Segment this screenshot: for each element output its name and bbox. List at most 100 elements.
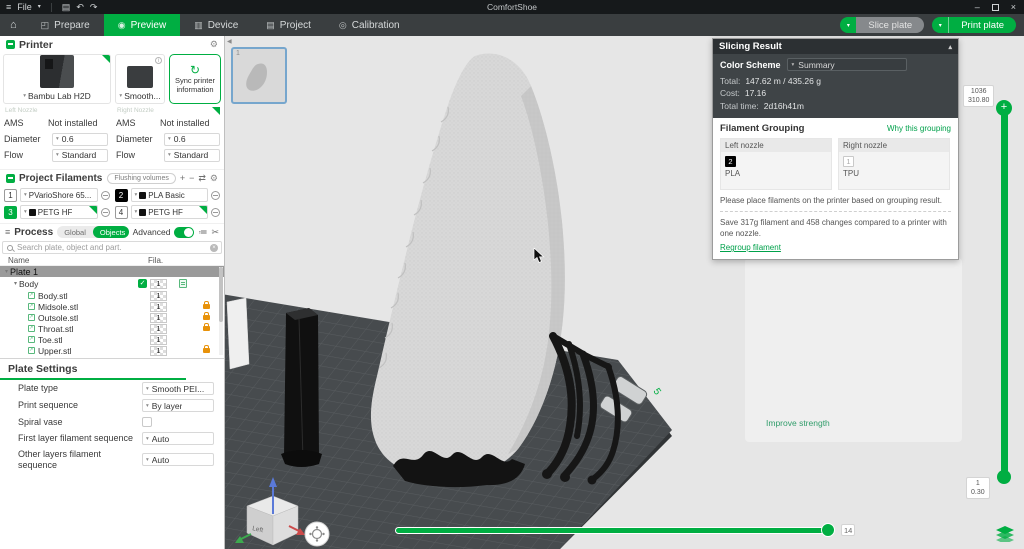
step-slider-track[interactable] [395, 527, 833, 534]
tree-row-part[interactable]: Throat.stl 1 [0, 323, 224, 334]
body-checkbox[interactable]: ✓ [138, 279, 147, 288]
modified-settings-icon[interactable] [179, 279, 187, 288]
part-filament-chip[interactable]: 1 [150, 313, 167, 323]
part-filament-chip[interactable]: 1 [150, 335, 167, 345]
remove-filament-4-button[interactable] [211, 208, 220, 217]
tree-row-body[interactable]: ▾ Body ✓ 1 [0, 277, 224, 290]
swap-filament-icon[interactable]: ⇄ [198, 174, 206, 183]
collapse-arrow-icon[interactable]: ▾ [5, 268, 8, 275]
collapse-panel-icon[interactable]: ▴ [948, 43, 952, 51]
sync-printer-button[interactable]: ↻ Sync printer information [169, 54, 221, 104]
collapse-arrow-icon[interactable]: ▾ [14, 280, 17, 287]
undo-icon[interactable]: ↶ [76, 3, 84, 12]
other-layers-sequence-select[interactable]: ▾Auto [142, 453, 214, 466]
parameter-list-icon[interactable]: ≔ [198, 228, 207, 237]
tab-device[interactable]: ▥ Device [180, 14, 252, 36]
print-dropdown-icon[interactable]: ▾ [932, 17, 948, 33]
step-slider-handle[interactable] [821, 523, 835, 537]
filament-3-color-chip[interactable]: 3 [4, 206, 17, 219]
print-plate-button[interactable]: Print plate [948, 17, 1016, 33]
slice-dropdown-icon[interactable]: ▾ [840, 17, 856, 33]
filament-1-select[interactable]: ▾PVarioShore 65... [20, 188, 98, 202]
tree-row-part[interactable]: Outsole.stl 1 [0, 312, 224, 323]
restore-button[interactable] [992, 4, 999, 11]
info-icon[interactable] [155, 57, 162, 64]
color-scheme-select[interactable]: ▾ Summary [787, 58, 907, 71]
part-filament-chip[interactable]: 1 [150, 302, 167, 312]
left-diameter-select[interactable]: ▾0.6 [52, 133, 108, 146]
plate-settings-orb-button[interactable] [305, 522, 329, 546]
layer-slider-bottom-handle[interactable] [997, 470, 1011, 484]
clear-search-icon[interactable]: × [210, 244, 218, 252]
chevron-down-icon[interactable]: ▾ [38, 4, 41, 10]
home-icon[interactable]: ⌂ [0, 19, 27, 31]
close-button[interactable]: × [1011, 3, 1016, 12]
tab-calibration[interactable]: ◎ Calibration [325, 14, 414, 36]
scope-objects[interactable]: Objects [93, 226, 129, 238]
filament-4-select[interactable]: ▾PETG HF [131, 205, 209, 219]
filament-3-select[interactable]: ▾PETG HF [20, 205, 98, 219]
layers-view-icon[interactable] [996, 526, 1014, 542]
prime-tower[interactable] [281, 308, 322, 467]
collapse-thumbnails-icon[interactable]: ◀ [227, 38, 232, 45]
regroup-filament-link[interactable]: Regroup filament [720, 243, 781, 252]
file-menu[interactable]: File [17, 2, 32, 12]
tab-project[interactable]: ▤ Project [252, 14, 325, 36]
slicing-result-title: Slicing Result [719, 41, 782, 52]
save-project-icon[interactable]: ▤ [62, 3, 71, 12]
body-filament-chip[interactable]: 1 [150, 279, 167, 289]
filaments-section-title: Project Filaments [19, 173, 102, 184]
dashed-divider [720, 211, 951, 212]
printer-settings-gear-icon[interactable]: ⚙ [210, 39, 218, 50]
menu-icon[interactable]: ≡ [6, 3, 11, 12]
shoe-model[interactable] [371, 54, 565, 479]
tab-preview[interactable]: ◉ Preview [104, 14, 180, 36]
right-flow-select[interactable]: ▾Standard [164, 149, 220, 162]
part-filament-chip[interactable]: 1 [150, 346, 167, 356]
scope-global[interactable]: Global [57, 226, 93, 238]
filament-4-color-chip[interactable]: 4 [115, 206, 128, 219]
tree-scrollbar[interactable] [219, 267, 223, 355]
part-icon [28, 314, 35, 321]
color-scheme-label: Color Scheme [720, 60, 781, 70]
filament-1-color-chip[interactable]: 1 [4, 189, 17, 202]
spiral-vase-checkbox[interactable] [142, 417, 152, 427]
right-diameter-select[interactable]: ▾0.6 [164, 133, 220, 146]
part-icon [28, 325, 35, 332]
advanced-toggle[interactable] [174, 227, 194, 238]
first-layer-sequence-select[interactable]: ▾Auto [142, 432, 214, 445]
layer-slider-top-handle[interactable]: + [996, 100, 1012, 116]
build-plate-card[interactable]: ▾ Smooth... [115, 54, 165, 104]
remove-filament-1-button[interactable] [101, 191, 110, 200]
tree-row-part[interactable]: Toe.stl 1 [0, 334, 224, 345]
remove-filament-2-button[interactable] [211, 191, 220, 200]
tree-row-part[interactable]: Upper.stl 1 [0, 345, 224, 356]
tab-prepare[interactable]: ◰ Prepare [27, 14, 104, 36]
object-search-input[interactable]: Search plate, object and part. × [2, 241, 222, 254]
redo-icon[interactable]: ↷ [90, 3, 98, 12]
left-flow-select[interactable]: ▾Standard [52, 149, 108, 162]
printer-model-card[interactable]: ▾ Bambu Lab H2D [3, 54, 111, 104]
tree-row-part[interactable]: Midsole.stl 1 [0, 301, 224, 312]
flushing-volumes-button[interactable]: Flushing volumes [107, 173, 175, 184]
part-filament-chip[interactable]: 1 [150, 291, 167, 301]
layer-slider-track[interactable] [1001, 107, 1008, 479]
remove-filament-icon[interactable]: − [189, 174, 194, 183]
why-grouping-link[interactable]: Why this grouping [887, 124, 951, 133]
slice-plate-button[interactable]: Slice plate [856, 17, 924, 33]
add-filament-icon[interactable]: + [180, 174, 185, 183]
minimize-button[interactable]: – [975, 3, 980, 12]
tree-row-part[interactable]: Body.stl 1 [0, 290, 224, 301]
filament-settings-gear-icon[interactable]: ⚙ [210, 173, 218, 184]
filament-2-select[interactable]: ▾PLA Basic [131, 188, 209, 202]
calibration-icon: ◎ [339, 20, 347, 31]
tree-row-plate[interactable]: ▾ Plate 1 [0, 266, 224, 277]
filament-2-color-chip[interactable]: 2 [115, 189, 128, 202]
plate-thumbnail[interactable]: 1 [231, 47, 287, 104]
layer-slider-bottom-label: 1 0.30 [966, 477, 990, 499]
part-filament-chip[interactable]: 1 [150, 324, 167, 334]
remove-filament-3-button[interactable] [101, 208, 110, 217]
print-sequence-select[interactable]: ▾By layer [142, 399, 214, 412]
customize-parameters-icon[interactable]: ✂ [211, 228, 219, 237]
plate-type-select[interactable]: ▾Smooth PEI... [142, 382, 214, 395]
